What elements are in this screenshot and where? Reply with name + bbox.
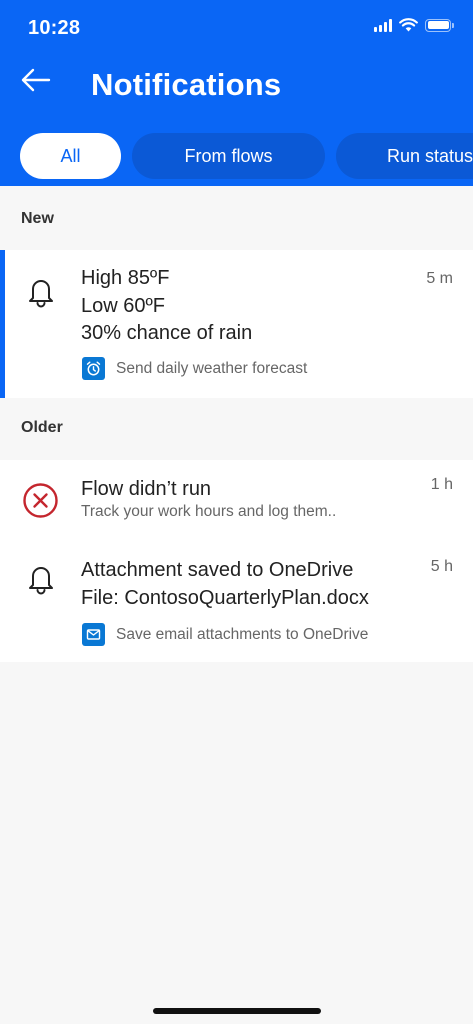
notification-item[interactable]: Attachment saved to OneDrive File: Conto… [0, 538, 473, 662]
tab-run-status[interactable]: Run status [336, 133, 473, 179]
tab-from-flows[interactable]: From flows [132, 133, 325, 179]
notification-line: Low 60ºF [81, 295, 166, 317]
flow-name: Send daily weather forecast [116, 360, 308, 377]
notification-line: File: ContosoQuarterlyPlan.docx [81, 587, 369, 609]
notification-time: 5 m [426, 270, 453, 287]
notification-time: 1 h [430, 476, 453, 493]
status-time: 10:28 [28, 17, 81, 39]
notification-item[interactable]: Flow didn’t run Track your work hours an… [0, 460, 473, 538]
notification-line: High 85ºF [81, 267, 170, 289]
bell-icon [29, 280, 53, 308]
battery-icon [425, 18, 454, 32]
filter-tabs: All From flows Run status [0, 133, 473, 179]
notification-title: Flow didn’t run [81, 478, 212, 500]
flow-name: Save email attachments to OneDrive [116, 626, 369, 643]
error-circle-icon [23, 483, 58, 518]
cellular-signal-icon [374, 18, 392, 32]
notification-line: 30% chance of rain [81, 322, 253, 344]
status-bar: 10:28 [0, 0, 473, 56]
notification-item[interactable]: High 85ºF Low 60ºF 30% chance of rain 5 … [0, 250, 473, 398]
wifi-icon [399, 18, 418, 32]
section-label-older: Older [21, 419, 63, 436]
notification-subtitle: Track your work hours and log them.. [81, 503, 337, 520]
unread-indicator [0, 250, 5, 398]
notification-line: Attachment saved to OneDrive [81, 559, 354, 581]
arrow-left-icon [21, 68, 51, 92]
system-icons [374, 18, 454, 32]
bell-icon [29, 567, 53, 595]
page-title: Notifications [91, 67, 282, 102]
section-label-new: New [21, 210, 54, 227]
home-indicator [153, 1008, 321, 1014]
mail-icon [82, 623, 105, 646]
notification-time: 5 h [430, 558, 453, 575]
tab-all[interactable]: All [20, 133, 121, 179]
alarm-clock-icon [82, 357, 105, 380]
back-button[interactable] [18, 62, 54, 98]
notification-list-older: Flow didn’t run Track your work hours an… [0, 460, 473, 662]
app-header: 10:28 Notifications All From flows Run s… [0, 0, 473, 186]
